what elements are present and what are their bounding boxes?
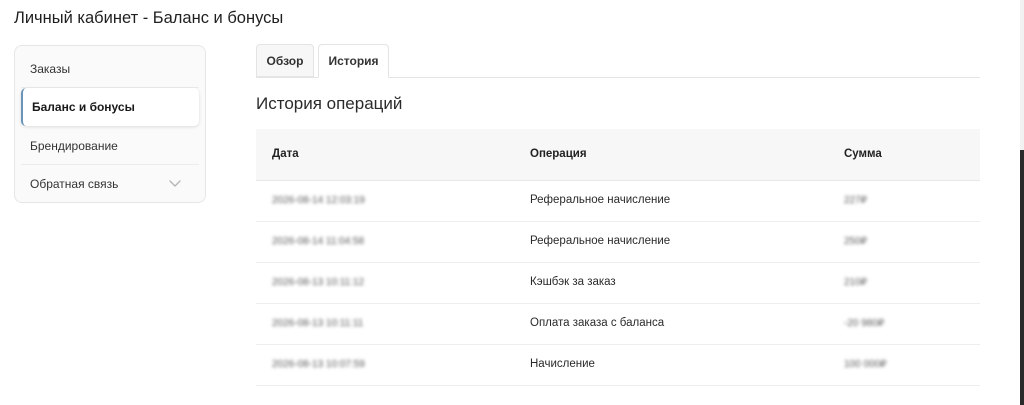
sidebar-item-balance[interactable]: Баланс и бонусы (21, 88, 199, 126)
sidebar-menu: Заказы Баланс и бонусы Брендирование Обр… (14, 45, 206, 203)
sidebar-item-feedback[interactable]: Обратная связь (21, 165, 199, 203)
row-amount: 100 000₽ (844, 359, 887, 370)
table-row: 2026-08-14 11:04:58 Реферальное начислен… (256, 222, 980, 263)
window-edge-scrollbar[interactable] (1020, 0, 1024, 405)
column-header-amount: Сумма (844, 148, 882, 160)
sidebar-item-label: Брендирование (30, 139, 118, 153)
row-operation: Начисление (530, 358, 595, 370)
account-page: Личный кабинет - Баланс и бонусы Заказы … (0, 0, 1024, 405)
row-operation: Кэшбэк за заказ (530, 276, 616, 288)
sidebar-item-label: Обратная связь (30, 177, 119, 191)
tab-history[interactable]: История (318, 44, 389, 78)
row-operation: Оплата заказа с баланса (530, 317, 665, 329)
row-date: 2026-08-14 11:04:58 (272, 236, 365, 247)
sidebar-item-orders[interactable]: Заказы (21, 50, 199, 88)
row-date: 2026-08-14 12:03:19 (272, 195, 365, 206)
sidebar-item-branding[interactable]: Брендирование (21, 127, 199, 165)
scrollbar-thumb[interactable] (1020, 0, 1024, 150)
tab-overview[interactable]: Обзор (256, 44, 314, 77)
row-date: 2026-08-13 10:07:59 (272, 359, 365, 370)
column-header-date: Дата (272, 148, 299, 160)
row-amount: 250₽ (844, 236, 868, 247)
chevron-down-icon[interactable] (169, 179, 181, 189)
sidebar-item-label: Баланс и бонусы (32, 100, 135, 114)
table-row: 2026-08-13 10:07:59 Начисление 100 000₽ (256, 345, 980, 386)
row-operation: Реферальное начисление (530, 235, 671, 247)
table-row: 2026-08-13 10:11:12 Кэшбэк за заказ 210₽ (256, 263, 980, 304)
table-header: Дата Операция Сумма (256, 129, 980, 181)
row-operation: Реферальное начисление (530, 194, 671, 206)
column-header-operation: Операция (530, 148, 587, 160)
table-row: 2026-08-13 10:11:11 Оплата заказа с бала… (256, 304, 980, 345)
tab-bar: Обзор История (256, 44, 980, 78)
row-amount: 227₽ (844, 195, 868, 206)
section-title: История операций (256, 94, 403, 113)
operations-table: Дата Операция Сумма 2026-08-14 12:03:19 … (256, 129, 980, 386)
table-row: 2026-08-14 12:03:19 Реферальное начислен… (256, 181, 980, 222)
row-date: 2026-08-13 10:11:11 (272, 318, 364, 329)
sidebar-item-label: Заказы (30, 62, 71, 76)
row-amount: -20 980₽ (844, 318, 885, 329)
page-title: Личный кабинет - Баланс и бонусы (14, 9, 284, 27)
row-amount: 210₽ (844, 277, 868, 288)
row-date: 2026-08-13 10:11:12 (272, 277, 365, 288)
